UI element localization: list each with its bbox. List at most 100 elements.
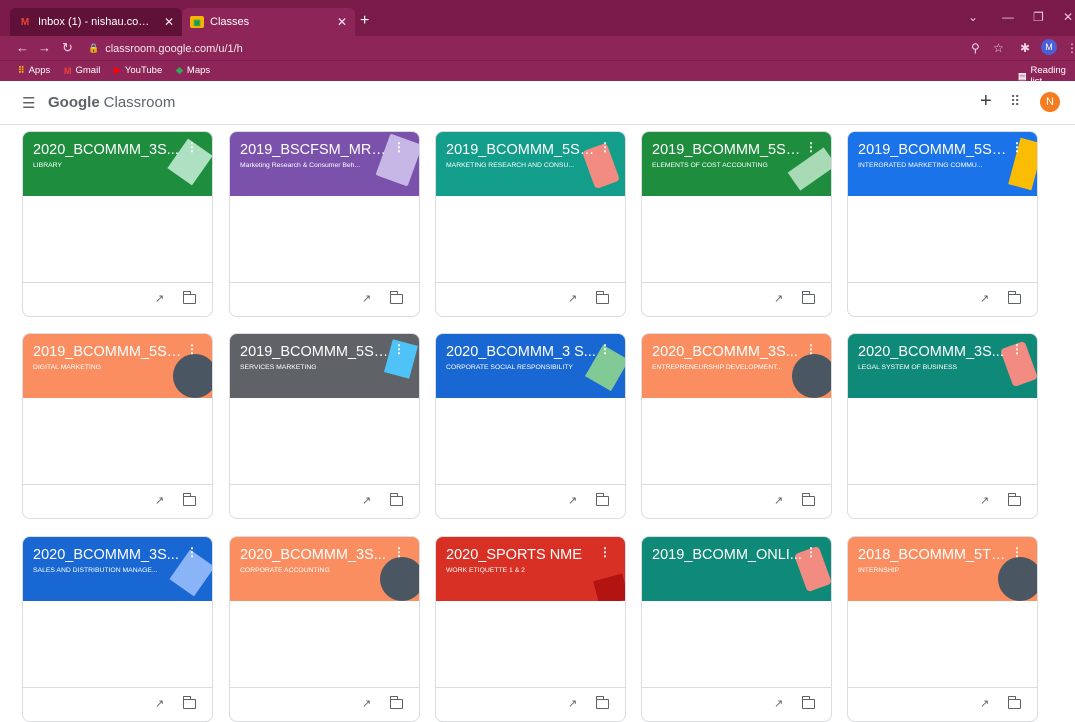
class-title[interactable]: 2018_BCOMMM_5TH... <box>858 547 1008 563</box>
trending-icon[interactable]: ↗ <box>774 292 783 305</box>
more-options-icon[interactable]: ⋮ <box>599 545 611 559</box>
more-options-icon[interactable]: ⋮ <box>393 545 405 559</box>
class-title[interactable]: 2019_BCOMMM_5SE... <box>858 142 1008 158</box>
more-options-icon[interactable]: ⋮ <box>599 140 611 154</box>
tab-search-icon[interactable]: ⌄ <box>968 10 978 24</box>
more-options-icon[interactable]: ⋮ <box>186 342 198 356</box>
folder-icon[interactable] <box>389 493 403 506</box>
trending-icon[interactable]: ↗ <box>980 494 989 507</box>
class-card[interactable]: 2019_BCOMMM_5SE... ELEMENTS OF COST ACCOU… <box>641 131 832 317</box>
class-title[interactable]: 2019_BSCFSM_MRCB <box>240 142 390 158</box>
more-options-icon[interactable]: ⋮ <box>186 545 198 559</box>
folder-icon[interactable] <box>182 696 196 709</box>
trending-icon[interactable]: ↗ <box>362 494 371 507</box>
class-title[interactable]: 2020_BCOMMM_3 S... <box>446 344 596 360</box>
more-options-icon[interactable]: ⋮ <box>186 140 198 154</box>
class-card[interactable]: 2020_SPORTS NME WORK ETIQUETTE 1 & 2 ⋮ ↗ <box>435 536 626 722</box>
back-icon[interactable]: ← <box>16 40 29 55</box>
class-title[interactable]: 2020_BCOMMM_3S... <box>33 142 183 158</box>
class-card-banner[interactable]: 2020_BCOMMM_3S... CORPORATE ACCOUNTING ⋮ <box>230 537 419 601</box>
more-options-icon[interactable]: ⋮ <box>393 140 405 154</box>
class-card[interactable]: 2020_BCOMMM_3S... SALES AND DISTRIBUTION … <box>22 536 213 722</box>
class-card-banner[interactable]: 2020_BCOMMM_3S... ENTREPRENEURSHIP DEVELO… <box>642 334 831 398</box>
reload-icon[interactable]: ↻ <box>62 40 73 56</box>
class-title[interactable]: 2020_BCOMMM_3S... <box>652 344 802 360</box>
bookmark-maps[interactable]: ◆ Maps <box>176 65 210 76</box>
class-card[interactable]: 2020_BCOMMM_3S... ENTREPRENEURSHIP DEVELO… <box>641 333 832 519</box>
trending-icon[interactable]: ↗ <box>362 697 371 710</box>
class-card-banner[interactable]: 2019_BCOMMM_5SE... SERVICES MARKETING ⋮ <box>230 334 419 398</box>
main-menu-icon[interactable]: ☰ <box>22 94 35 112</box>
trending-icon[interactable]: ↗ <box>980 292 989 305</box>
browser-menu-icon[interactable]: ⋮ <box>1066 41 1075 55</box>
class-card[interactable]: 2019_BSCFSM_MRCB Marketing Research & Con… <box>229 131 420 317</box>
folder-icon[interactable] <box>1007 696 1021 709</box>
class-card-banner[interactable]: 2019_BCOMMM_5SE... DIGITAL MARKETING ⋮ <box>23 334 212 398</box>
more-options-icon[interactable]: ⋮ <box>805 545 817 559</box>
folder-icon[interactable] <box>389 696 403 709</box>
class-title[interactable]: 2020_SPORTS NME <box>446 547 596 563</box>
more-options-icon[interactable]: ⋮ <box>599 342 611 356</box>
trending-icon[interactable]: ↗ <box>155 697 164 710</box>
bookmark-gmail[interactable]: M Gmail <box>64 65 100 76</box>
google-apps-icon[interactable]: ⠿ <box>1010 93 1020 110</box>
trending-icon[interactable]: ↗ <box>774 697 783 710</box>
class-card-banner[interactable]: 2019_BCOMM_ONLI... ⋮ <box>642 537 831 601</box>
class-card[interactable]: 2020_BCOMMM_3S... CORPORATE ACCOUNTING ⋮ ↗ <box>229 536 420 722</box>
bookmark-star-icon[interactable]: ☆ <box>993 41 1004 55</box>
new-tab-icon[interactable]: + <box>360 12 369 30</box>
folder-icon[interactable] <box>595 696 609 709</box>
class-title[interactable]: 2020_BCOMMM_3S... <box>240 547 390 563</box>
close-tab-icon[interactable]: ✕ <box>164 15 174 29</box>
trending-icon[interactable]: ↗ <box>568 697 577 710</box>
folder-icon[interactable] <box>595 291 609 304</box>
forward-icon[interactable]: → <box>38 40 51 55</box>
class-title[interactable]: 2020_BCOMMM_3S... <box>33 547 183 563</box>
class-card-banner[interactable]: 2019_BSCFSM_MRCB Marketing Research & Con… <box>230 132 419 196</box>
class-title[interactable]: 2019_BCOMMM_5SE... <box>446 142 596 158</box>
class-title[interactable]: 2019_BCOMMM_5SE... <box>240 344 390 360</box>
folder-icon[interactable] <box>1007 493 1021 506</box>
class-card[interactable]: 2018_BCOMMM_5TH... INTERNSHIP ⋮ ↗ <box>847 536 1038 722</box>
trending-icon[interactable]: ↗ <box>568 494 577 507</box>
folder-icon[interactable] <box>801 696 815 709</box>
class-card[interactable]: 2019_BCOMM_ONLI... ⋮ ↗ <box>641 536 832 722</box>
tab-classes[interactable]: ▣ Classes ✕ <box>182 8 355 36</box>
class-card[interactable]: 2019_BCOMMM_5SE... DIGITAL MARKETING ⋮ ↗ <box>22 333 213 519</box>
close-window-icon[interactable]: ✕ <box>1063 10 1073 24</box>
folder-icon[interactable] <box>595 493 609 506</box>
class-card[interactable]: 2020_BCOMMM_3S... LEGAL SYSTEM OF BUSINES… <box>847 333 1038 519</box>
extensions-icon[interactable]: ✱ <box>1020 41 1030 55</box>
class-title[interactable]: 2019_BCOMMM_5SE... <box>33 344 183 360</box>
class-card-banner[interactable]: 2020_BCOMMM_3S... LIBRARY ⋮ <box>23 132 212 196</box>
account-avatar[interactable]: N <box>1040 92 1060 112</box>
class-title[interactable]: 2019_BCOMM_ONLI... <box>652 547 802 563</box>
class-card-banner[interactable]: 2018_BCOMMM_5TH... INTERNSHIP ⋮ <box>848 537 1037 601</box>
class-card-banner[interactable]: 2019_BCOMMM_5SE... MARKETING RESEARCH AND… <box>436 132 625 196</box>
class-title[interactable]: 2019_BCOMMM_5SE... <box>652 142 802 158</box>
class-card-banner[interactable]: 2020_BCOMMM_3S... SALES AND DISTRIBUTION … <box>23 537 212 601</box>
more-options-icon[interactable]: ⋮ <box>1011 140 1023 154</box>
trending-icon[interactable]: ↗ <box>155 292 164 305</box>
minimize-icon[interactable]: — <box>1002 10 1014 24</box>
class-card-banner[interactable]: 2020_BCOMMM_3 S... CORPORATE SOCIAL RESPO… <box>436 334 625 398</box>
folder-icon[interactable] <box>182 493 196 506</box>
class-card-banner[interactable]: 2019_BCOMMM_5SE... ELEMENTS OF COST ACCOU… <box>642 132 831 196</box>
class-card[interactable]: 2019_BCOMMM_5SE... SERVICES MARKETING ⋮ ↗ <box>229 333 420 519</box>
trending-icon[interactable]: ↗ <box>980 697 989 710</box>
more-options-icon[interactable]: ⋮ <box>805 342 817 356</box>
trending-icon[interactable]: ↗ <box>568 292 577 305</box>
class-card[interactable]: 2020_BCOMMM_3 S... CORPORATE SOCIAL RESPO… <box>435 333 626 519</box>
tab-gmail-inbox[interactable]: M Inbox (1) - nishau.com@mopvai.. ✕ <box>10 8 182 36</box>
class-card-banner[interactable]: 2019_BCOMMM_5SE... INTERGRATED MARKETING … <box>848 132 1037 196</box>
folder-icon[interactable] <box>182 291 196 304</box>
folder-icon[interactable] <box>1007 291 1021 304</box>
more-options-icon[interactable]: ⋮ <box>1011 342 1023 356</box>
class-title[interactable]: 2020_BCOMMM_3S... <box>858 344 1008 360</box>
class-card[interactable]: 2020_BCOMMM_3S... LIBRARY ⋮ ↗ <box>22 131 213 317</box>
close-tab-icon[interactable]: ✕ <box>337 15 347 29</box>
class-card-banner[interactable]: 2020_SPORTS NME WORK ETIQUETTE 1 & 2 ⋮ <box>436 537 625 601</box>
trending-icon[interactable]: ↗ <box>362 292 371 305</box>
class-card-banner[interactable]: 2020_BCOMMM_3S... LEGAL SYSTEM OF BUSINES… <box>848 334 1037 398</box>
trending-icon[interactable]: ↗ <box>774 494 783 507</box>
